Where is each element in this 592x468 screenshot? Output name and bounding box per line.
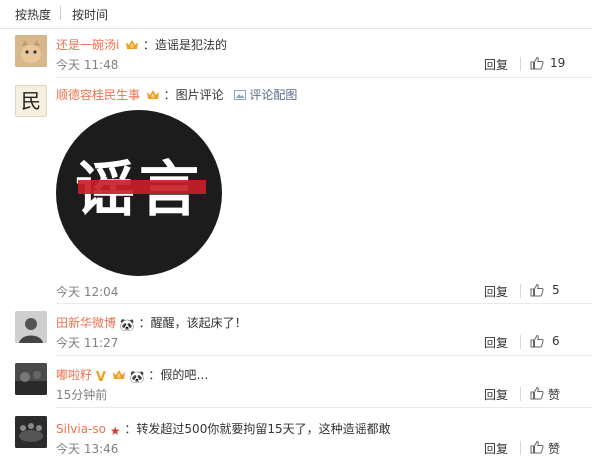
avatar-text: 民 <box>21 89 41 113</box>
reply-button[interactable]: 回复 <box>484 386 508 403</box>
comment-text: ：醒醒，该起床了！ <box>138 316 247 330</box>
username[interactable]: 田新华微博 <box>56 316 116 330</box>
comment-text: ：图片评论 <box>163 88 224 102</box>
comment-actions: 回复 5 <box>484 283 574 299</box>
comment-time: 今天 11:27 <box>56 336 119 350</box>
action-separator <box>520 57 521 71</box>
comment-time: 今天 13:46 <box>56 442 119 456</box>
like-count[interactable]: 赞 <box>548 440 560 457</box>
comment-item: 嘟啦籽 V 6 🐼 ：假的吧… 15分钟前 回复 赞 <box>0 358 592 408</box>
sort-bar: 按热度 按时间 <box>0 0 592 30</box>
sort-divider <box>0 28 592 29</box>
comment-text: ：造谣是犯法的 <box>143 38 228 52</box>
comment-divider <box>56 303 592 304</box>
comment-divider <box>56 355 592 356</box>
reply-button[interactable]: 回复 <box>484 283 508 300</box>
comment-divider <box>56 407 592 408</box>
like-icon[interactable] <box>530 56 544 70</box>
svg-text:6: 6 <box>151 94 154 100</box>
comment-line: Silvia-so ★ ：转发超过500你就要拘留15天了，这种造谣都敢 <box>56 420 391 438</box>
comment-item: 民 顺德容桂民生事 6 ：图片评论 评论配图 谣言 今天 12:04 回复 5 <box>0 80 592 304</box>
like-count[interactable]: 赞 <box>548 386 560 403</box>
comment-image[interactable]: 谣言 <box>56 110 222 276</box>
action-separator <box>520 441 521 455</box>
star-icon: ★ <box>109 424 121 438</box>
comment-item: 还是一碗汤i 6 ：造谣是犯法的 今天 11:48 回复 19 <box>0 30 592 78</box>
reply-button[interactable]: 回复 <box>484 440 508 457</box>
vip-badge-icon: 6 <box>112 370 125 380</box>
username[interactable]: 还是一碗汤i <box>56 38 119 52</box>
avatar[interactable] <box>15 416 47 448</box>
svg-text:6: 6 <box>117 374 120 380</box>
username[interactable]: 嘟啦籽 <box>56 368 92 382</box>
comment-line: 田新华微博 🐼 ：醒醒，该起床了！ <box>56 314 247 332</box>
comment-item: Silvia-so ★ ：转发超过500你就要拘留15天了，这种造谣都敢 今天 … <box>0 410 592 468</box>
like-icon[interactable] <box>530 440 544 454</box>
username[interactable]: Silvia-so <box>56 422 106 436</box>
comment-text: ：假的吧… <box>148 368 209 382</box>
panda-emoji-icon: 🐼 <box>129 370 145 384</box>
image-icon <box>233 90 246 100</box>
reply-button[interactable]: 回复 <box>484 334 508 351</box>
reply-button[interactable]: 回复 <box>484 56 508 73</box>
like-icon[interactable] <box>530 386 544 400</box>
like-count: 6 <box>552 334 560 348</box>
vip-badge-icon: 6 <box>146 90 159 100</box>
sort-by-hot[interactable]: 按热度 <box>15 6 51 23</box>
comment-actions: 回复 赞 <box>484 386 574 402</box>
action-separator <box>520 387 521 401</box>
panda-emoji-icon: 🐼 <box>119 318 135 332</box>
sort-by-time[interactable]: 按时间 <box>72 6 108 23</box>
like-icon[interactable] <box>530 334 544 348</box>
action-separator <box>520 284 521 298</box>
like-count: 5 <box>552 283 560 297</box>
vip-badge-icon: 6 <box>126 40 139 50</box>
avatar[interactable]: 民 <box>15 85 47 117</box>
comment-divider <box>56 77 592 78</box>
like-count: 19 <box>550 56 566 70</box>
comment-time: 今天 11:48 <box>56 58 119 72</box>
view-pic-link[interactable]: 评论配图 <box>249 88 297 102</box>
comment-line: 还是一碗汤i 6 ：造谣是犯法的 <box>56 36 227 53</box>
comment-time: 15分钟前 <box>56 388 108 402</box>
username[interactable]: 顺德容桂民生事 <box>56 88 140 102</box>
avatar[interactable] <box>15 311 47 343</box>
comment-item: 田新华微博 🐼 ：醒醒，该起床了！ 今天 11:27 回复 6 <box>0 306 592 356</box>
sort-separator <box>60 6 61 20</box>
action-separator <box>520 335 521 349</box>
like-icon[interactable] <box>530 283 544 297</box>
verified-v-icon: V <box>95 370 106 385</box>
svg-text:6: 6 <box>131 44 134 50</box>
strike-bar <box>78 180 206 194</box>
comment-text: ：转发超过500你就要拘留15天了，这种造谣都敢 <box>124 422 391 436</box>
avatar[interactable] <box>15 363 47 395</box>
comment-actions: 回复 6 <box>484 334 574 350</box>
comment-time: 今天 12:04 <box>56 285 119 299</box>
comment-line: 顺德容桂民生事 6 ：图片评论 评论配图 <box>56 86 297 103</box>
comment-actions: 回复 赞 <box>484 440 574 456</box>
comment-actions: 回复 19 <box>484 56 574 72</box>
comment-line: 嘟啦籽 V 6 🐼 ：假的吧… <box>56 366 208 385</box>
avatar[interactable] <box>15 35 47 67</box>
